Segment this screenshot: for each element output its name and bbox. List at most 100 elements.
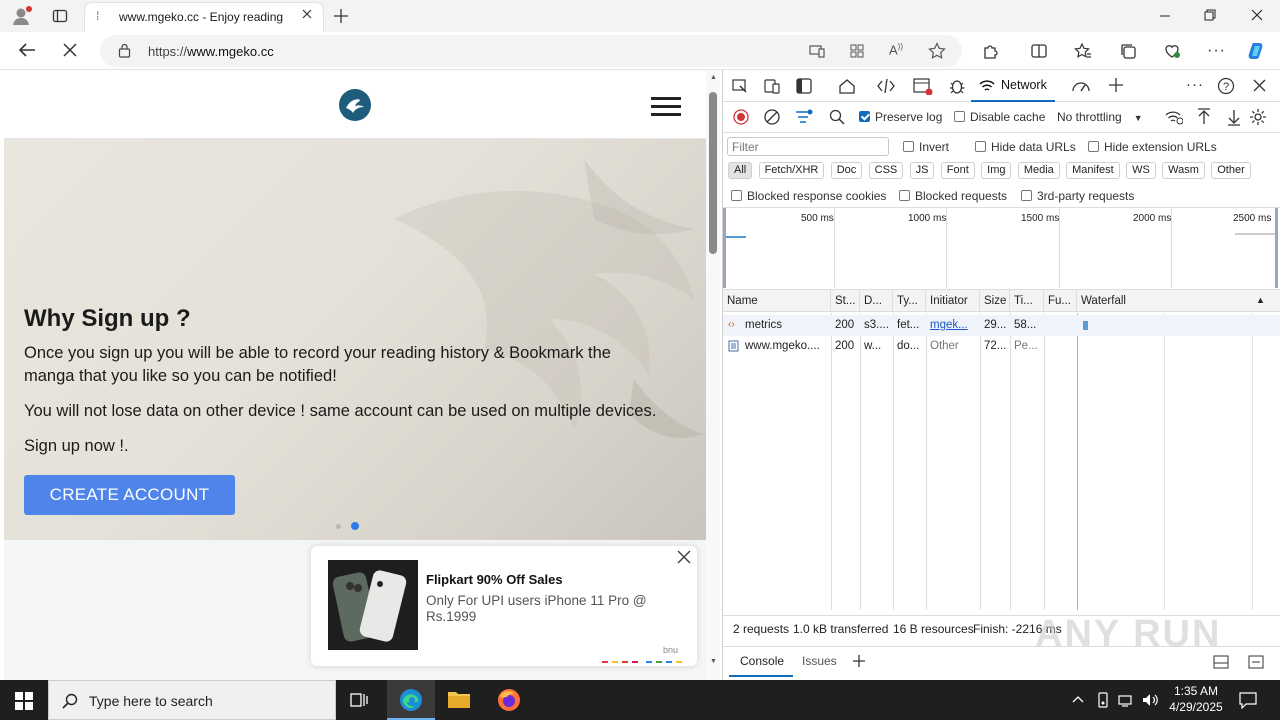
page-scrollbar[interactable]: ▲ ▼: [706, 70, 720, 680]
type-filter-css[interactable]: CSS: [868, 162, 904, 179]
hide-data-urls-checkbox[interactable]: Hide data URLs: [975, 140, 1076, 154]
overview-timeline[interactable]: 500 ms 1000 ms 1500 ms 2000 ms 2500 ms: [723, 208, 1280, 290]
ad-image[interactable]: [328, 560, 418, 650]
close-tab-icon[interactable]: [301, 8, 313, 20]
type-filter-ws[interactable]: WS: [1126, 162, 1156, 179]
create-account-button[interactable]: CREATE ACCOUNT: [24, 475, 235, 515]
col-status[interactable]: St...: [831, 290, 860, 312]
third-party-requests-checkbox[interactable]: 3rd-party requests: [1021, 189, 1134, 203]
console-error-icon[interactable]: [913, 77, 933, 95]
type-filter-img[interactable]: Img: [981, 162, 1012, 179]
welcome-home-icon[interactable]: [838, 77, 856, 95]
copilot-icon[interactable]: [1246, 40, 1268, 62]
type-filter-font[interactable]: Font: [940, 162, 975, 179]
address-bar[interactable]: https://www.mgeko.cc A)): [100, 35, 962, 67]
network-tray-icon[interactable]: [1118, 692, 1136, 708]
type-filter-media[interactable]: Media: [1017, 162, 1060, 179]
col-type[interactable]: Ty...: [893, 290, 926, 312]
table-row[interactable]: www.mgeko.... 200 w... do... Other 72...…: [723, 336, 1280, 357]
firefox-icon[interactable]: [497, 688, 521, 712]
drawer-tab-issues[interactable]: Issues: [802, 654, 837, 668]
profile-icon[interactable]: [11, 6, 33, 26]
favorites-icon[interactable]: [1074, 42, 1092, 60]
sort-up-icon[interactable]: ▲: [1256, 295, 1265, 305]
tab-actions-icon[interactable]: [52, 8, 68, 24]
minimize-button[interactable]: [1159, 10, 1171, 22]
windows-start-icon[interactable]: [15, 692, 33, 710]
filter-input[interactable]: Filter: [727, 137, 889, 156]
debugger-bug-icon[interactable]: [948, 77, 966, 95]
type-filter-manifest[interactable]: Manifest: [1066, 162, 1120, 179]
app-available-icon[interactable]: [809, 44, 825, 58]
col-name[interactable]: Name: [723, 290, 831, 312]
tray-overflow-icon[interactable]: [1071, 693, 1085, 705]
col-waterfall[interactable]: Waterfall: [1077, 290, 1280, 312]
volume-icon[interactable]: [1142, 692, 1160, 708]
hide-extension-urls-checkbox[interactable]: Hide extension URLs: [1088, 140, 1217, 154]
lock-icon[interactable]: [118, 43, 131, 58]
carousel-dot-2[interactable]: [351, 522, 359, 530]
browser-essentials-icon[interactable]: [1163, 42, 1181, 60]
blocked-requests-checkbox[interactable]: Blocked requests: [899, 189, 1007, 203]
collections-icon[interactable]: [1119, 42, 1137, 60]
clock[interactable]: 1:35 AM 4/29/2025: [1166, 684, 1226, 714]
devtools-more-icon[interactable]: ···: [1186, 76, 1204, 93]
export-har-icon[interactable]: [1227, 108, 1241, 126]
type-filter-all[interactable]: All: [728, 162, 753, 179]
settings-more-icon[interactable]: ···: [1207, 42, 1226, 60]
elements-code-icon[interactable]: [876, 77, 896, 95]
extensions-puzzle-icon[interactable]: [982, 42, 1000, 60]
col-time[interactable]: Ti...: [1010, 290, 1044, 312]
ad-popup[interactable]: Flipkart 90% Off Sales Only For UPI user…: [311, 546, 697, 666]
read-aloud-icon[interactable]: A)): [889, 42, 903, 57]
blocked-response-cookies-checkbox[interactable]: Blocked response cookies: [731, 189, 886, 203]
clear-icon[interactable]: [764, 109, 780, 125]
record-icon[interactable]: [733, 109, 749, 125]
notifications-icon[interactable]: [1239, 691, 1257, 709]
back-button[interactable]: [18, 42, 36, 58]
taskbar-search-box[interactable]: Type here to search: [48, 680, 336, 720]
type-filter-doc[interactable]: Doc: [830, 162, 863, 179]
ad-description[interactable]: Only For UPI users iPhone 11 Pro @ Rs.19…: [426, 593, 656, 625]
performance-icon[interactable]: [1071, 77, 1091, 95]
search-icon[interactable]: [829, 109, 845, 125]
split-screen-icon[interactable]: [1030, 42, 1048, 60]
stop-loading-button[interactable]: [63, 43, 77, 57]
close-window-button[interactable]: [1251, 9, 1263, 21]
dock-side-icon[interactable]: [796, 78, 812, 94]
table-row[interactable]: ‹› metrics 200 s3.... fet... mgek... 29.…: [723, 315, 1280, 336]
restore-button[interactable]: [1204, 9, 1216, 21]
active-tab[interactable]: ⁞ www.mgeko.cc - Enjoy reading: [84, 2, 324, 32]
site-logo-icon[interactable]: [338, 88, 372, 122]
drawer-close-icon[interactable]: [1248, 655, 1264, 669]
device-emulation-icon[interactable]: [764, 78, 780, 94]
drawer-tab-console[interactable]: Console: [729, 647, 793, 677]
invert-checkbox[interactable]: Invert: [903, 140, 949, 154]
disable-cache-checkbox[interactable]: Disable cache: [954, 110, 1045, 124]
col-domain[interactable]: D...: [860, 290, 893, 312]
type-filter-js[interactable]: JS: [909, 162, 935, 179]
throttling-select[interactable]: No throttling ▼: [1057, 110, 1143, 124]
col-initiator[interactable]: Initiator: [926, 290, 980, 312]
network-conditions-icon[interactable]: [1165, 109, 1183, 125]
help-icon[interactable]: ?: [1217, 77, 1235, 95]
add-tool-icon[interactable]: [1108, 77, 1124, 93]
new-tab-button[interactable]: [333, 8, 349, 24]
type-filter-other[interactable]: Other: [1211, 162, 1251, 179]
file-explorer-icon[interactable]: [447, 688, 471, 710]
drawer-add-icon[interactable]: [852, 654, 866, 668]
task-view-icon[interactable]: [350, 691, 370, 709]
import-har-icon[interactable]: [1197, 108, 1211, 126]
col-size[interactable]: Size: [980, 290, 1010, 312]
favorite-star-icon[interactable]: [928, 42, 946, 60]
ad-title[interactable]: Flipkart 90% Off Sales: [426, 572, 563, 587]
col-fulfilled[interactable]: Fu...: [1044, 290, 1077, 312]
carousel-dot-1[interactable]: [336, 524, 341, 529]
extensions-grid-icon[interactable]: [849, 43, 865, 59]
inspect-element-icon[interactable]: [732, 78, 748, 94]
type-filter-wasm[interactable]: Wasm: [1162, 162, 1205, 179]
tab-network[interactable]: Network: [971, 70, 1055, 102]
page-scrollbar-thumb[interactable]: [709, 92, 717, 254]
dock-drawer-icon[interactable]: [1213, 655, 1229, 669]
network-settings-gear-icon[interactable]: [1249, 108, 1267, 126]
